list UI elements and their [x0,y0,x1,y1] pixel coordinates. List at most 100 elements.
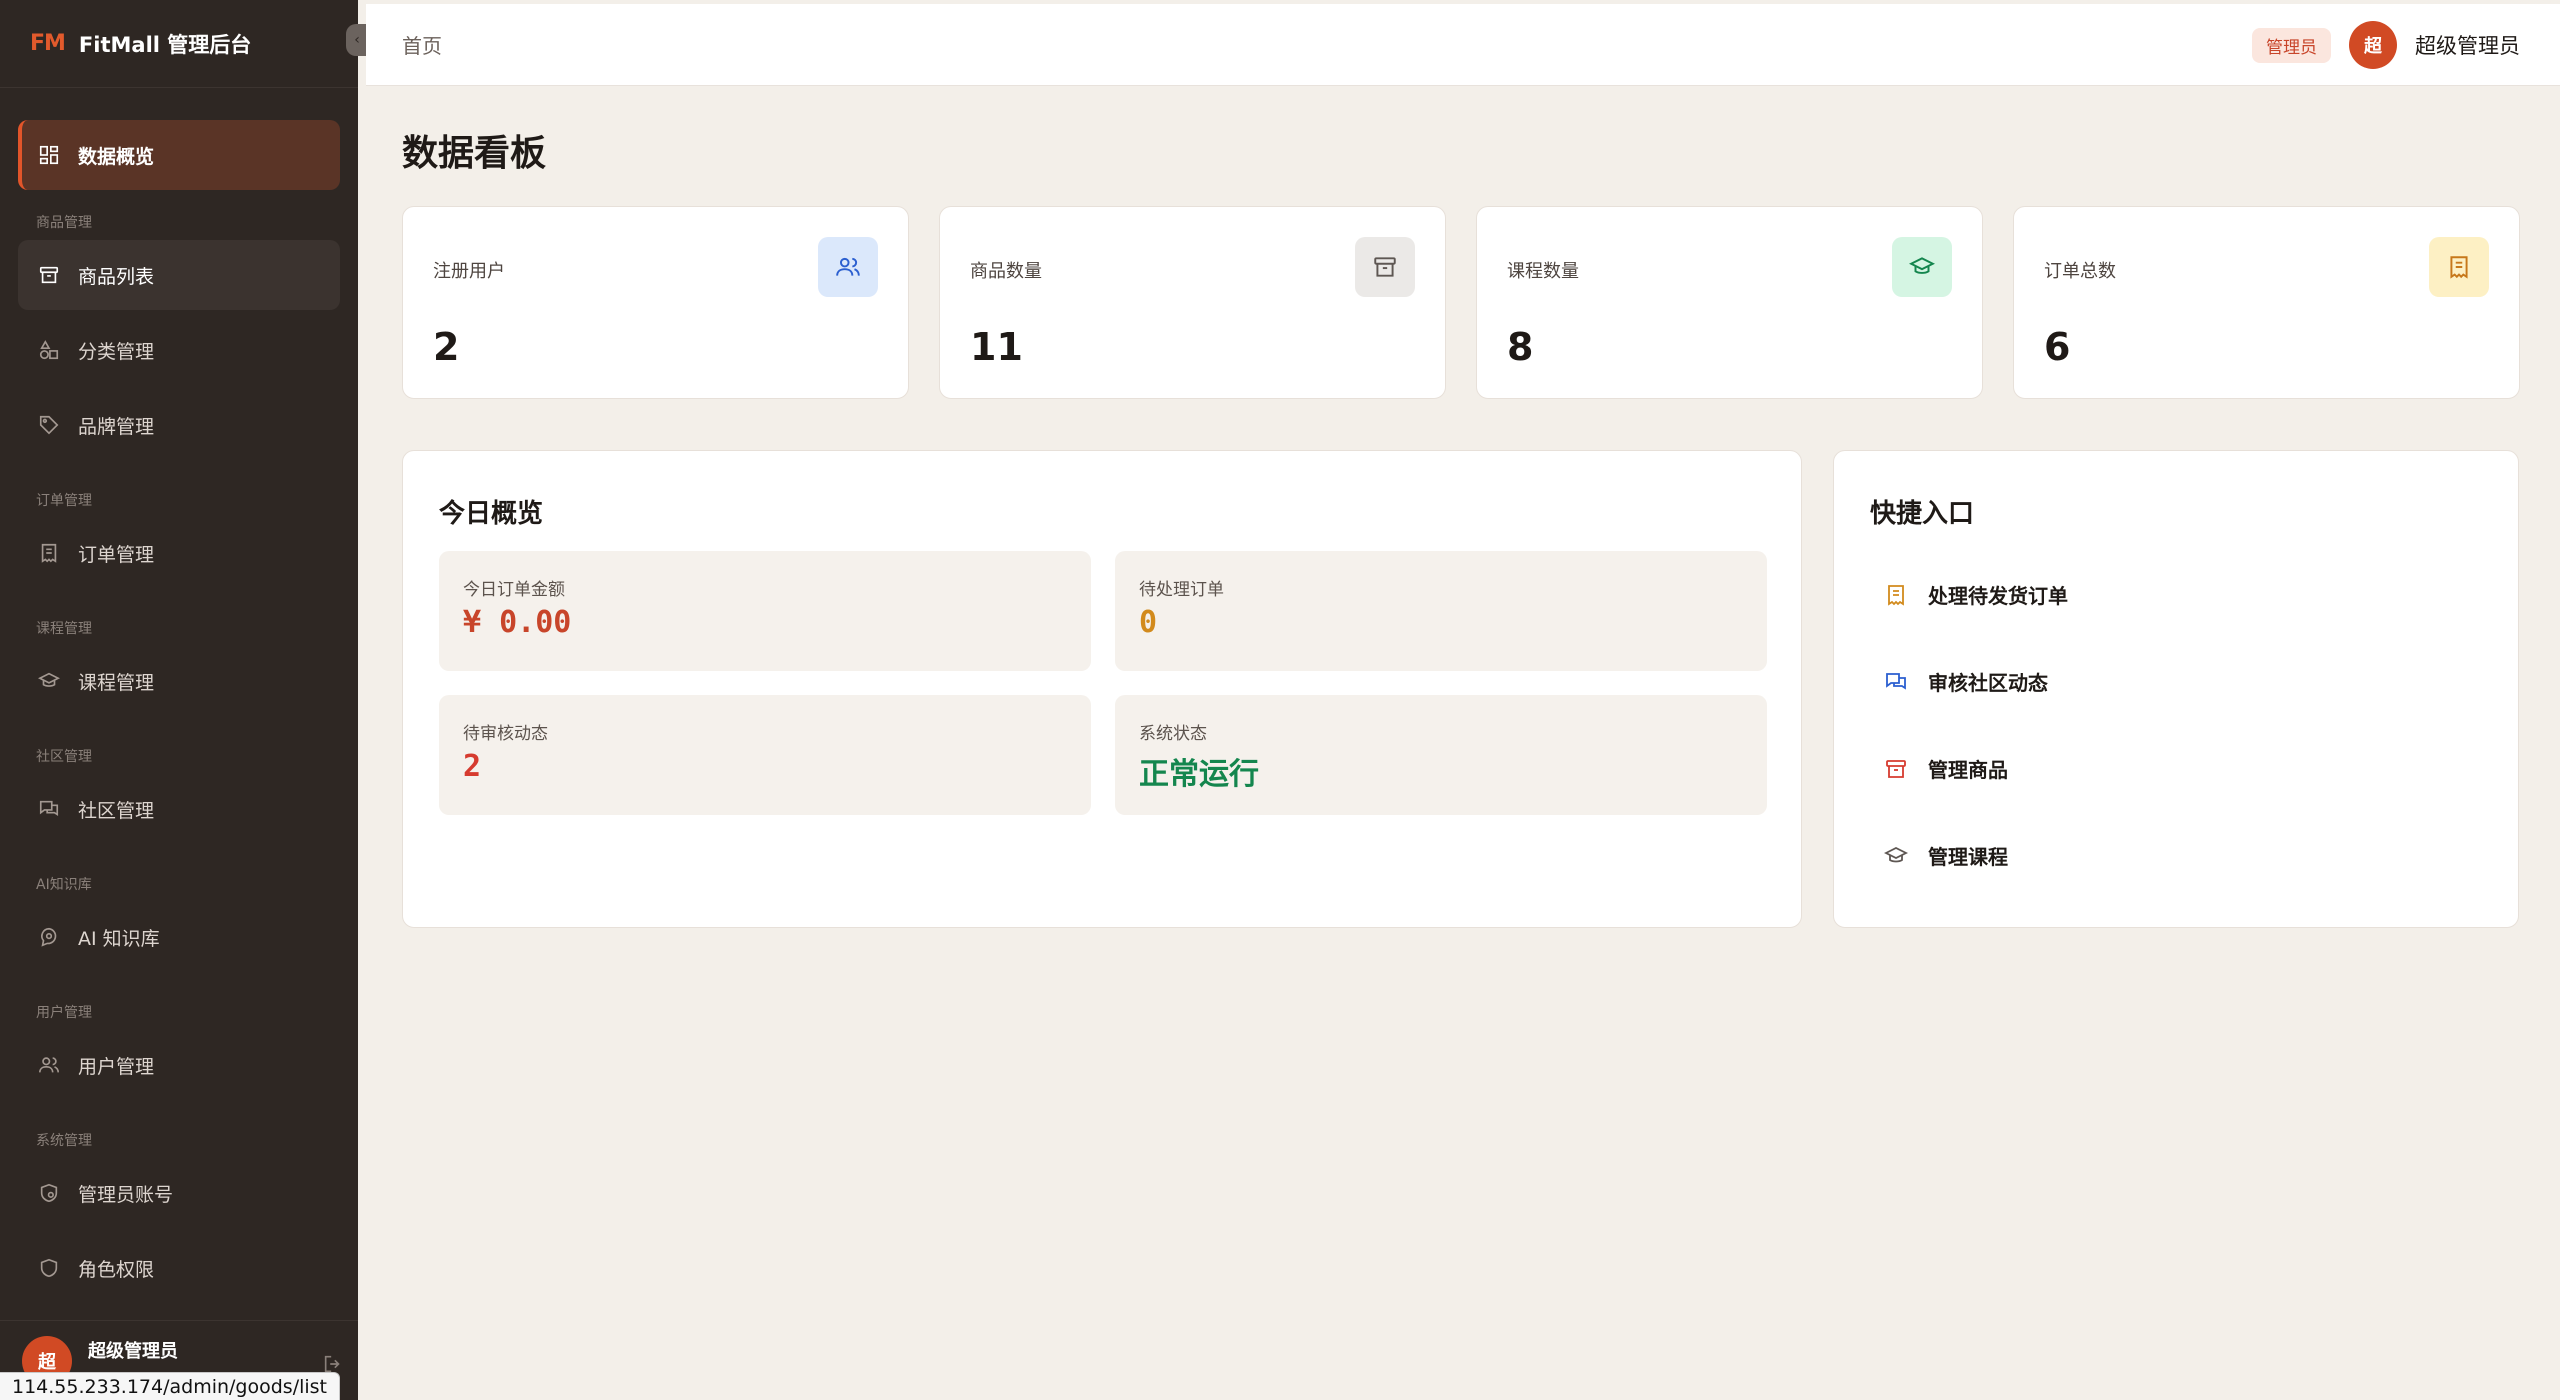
main-content: 数据看板 注册用户 2 商品数量 11 课程数量 8 订单总数 6 今日概览 今… [366,88,2560,1400]
stat-value: 8 [1507,325,1534,369]
chevron-left-icon: ‹ [354,32,360,48]
today-value: 2 [463,749,482,784]
stat-value: 2 [433,325,460,369]
today-value: 正常运行 [1139,757,1259,792]
nav-group-system: 系统管理 [36,1133,92,1149]
graduation-cap-icon [1892,237,1952,297]
today-label: 系统状态 [1139,724,1207,744]
sidebar-item-courses[interactable]: 课程管理 [18,646,340,716]
header-user-area: 管理员 超 超级管理员 [2252,4,2520,86]
avatar[interactable]: 超 [2349,21,2397,69]
breadcrumb[interactable]: 首页 [402,30,442,59]
sidebar-item-overview[interactable]: 数据概览 [18,120,340,190]
sidebar-item-community[interactable]: 社区管理 [18,774,340,844]
quick-item-ship-orders[interactable]: 处理待发货订单 [1870,551,2068,638]
brand-logo: FM [30,31,66,56]
today-system-status: 系统状态 正常运行 [1115,695,1767,815]
archive-icon [1886,759,1906,778]
top-header: 首页 管理员 超 超级管理员 [366,4,2560,86]
stat-label: 商品数量 [970,261,1042,282]
tag-icon [39,415,59,435]
stat-label: 课程数量 [1507,261,1579,282]
role-badge: 管理员 [2252,27,2331,63]
nav-group-community: 社区管理 [36,749,92,765]
brand[interactable]: FM FitMall 管理后台 [0,0,358,88]
stat-label: 注册用户 [433,261,505,282]
sidebar-item-label: 商品列表 [78,265,155,288]
quick-entry-panel: 快捷入口 处理待发货订单 审核社区动态 管理商品 管理课程 [1833,450,2519,928]
sidebar-item-label: 品牌管理 [78,415,155,438]
users-icon [818,237,878,297]
sidebar-item-label: 课程管理 [78,671,155,694]
sidebar-nav: 数据概览 商品管理 商品列表 分类管理 品牌管理 订单管理 订单管理 课程管理 … [0,88,358,1303]
panel-title: 快捷入口 [1870,499,1975,529]
today-grid: 今日订单金额 ¥ 0.00 待处理订单 0 待审核动态 2 系统状态 正常运行 [439,551,1767,815]
quick-list: 处理待发货订单 审核社区动态 管理商品 管理课程 [1870,551,2068,899]
dashboard-icon [39,145,59,165]
graduation-cap-icon [1884,846,1908,862]
quick-item-manage-goods[interactable]: 管理商品 [1870,725,2068,812]
sidebar-item-label: 分类管理 [78,340,155,363]
nav-group-orders: 订单管理 [36,493,92,509]
today-pending-posts: 待审核动态 2 [439,695,1091,815]
sidebar-item-roles[interactable]: 角色权限 [18,1233,340,1303]
archive-icon [1355,237,1415,297]
header-user-name[interactable]: 超级管理员 [2415,30,2520,60]
sidebar-item-label: 管理员账号 [78,1183,174,1206]
sidebar-item-label: 用户管理 [78,1055,155,1078]
shield-gear-icon [40,1183,58,1203]
today-label: 待处理订单 [1139,580,1224,600]
stat-card-courses: 课程数量 8 [1476,206,1983,399]
footer-user-name: 超级管理员 [88,1340,178,1362]
chat-icon [39,800,59,817]
quick-item-label: 处理待发货订单 [1928,584,2068,608]
quick-item-manage-courses[interactable]: 管理课程 [1870,812,2068,899]
receipt-icon [1888,584,1904,606]
graduation-cap-icon [38,672,60,687]
page-title: 数据看板 [402,133,547,174]
quick-item-label: 审核社区动态 [1928,671,2048,695]
collapse-sidebar-button[interactable]: ‹ [346,24,368,56]
sidebar-item-brand[interactable]: 品牌管理 [18,390,340,460]
today-value: ¥ 0.00 [463,605,572,640]
sidebar-item-users[interactable]: 用户管理 [18,1030,340,1100]
sidebar-item-goods-list[interactable]: 商品列表 [18,240,340,310]
sidebar-item-label: 订单管理 [78,543,155,566]
nav-group-ai: AI知识库 [36,877,92,893]
stat-cards: 注册用户 2 商品数量 11 课程数量 8 订单总数 6 [402,206,2520,399]
receipt-icon [41,543,57,563]
stat-card-users: 注册用户 2 [402,206,909,399]
today-overview-panel: 今日概览 今日订单金额 ¥ 0.00 待处理订单 0 待审核动态 2 系统状态 … [402,450,1802,928]
shapes-icon [39,340,59,360]
sidebar: FM FitMall 管理后台 ‹ 数据概览 商品管理 商品列表 分类管理 品牌… [0,0,368,1400]
panel-title: 今日概览 [439,499,544,529]
sidebar-item-label: 数据概览 [78,145,155,168]
users-icon [39,1057,59,1073]
brand-title: FitMall 管理后台 [78,32,252,57]
shield-icon [40,1258,58,1278]
sidebar-item-label: 角色权限 [78,1258,155,1281]
sidebar-item-admins[interactable]: 管理员账号 [18,1158,340,1228]
today-pending-orders: 待处理订单 0 [1115,551,1767,671]
brain-icon [41,927,57,947]
stat-card-goods: 商品数量 11 [939,206,1446,399]
stat-value: 11 [970,325,1023,369]
sidebar-item-label: AI 知识库 [78,927,160,950]
sidebar-item-label: 社区管理 [78,799,155,822]
sidebar-item-orders[interactable]: 订单管理 [18,518,340,588]
today-label: 今日订单金额 [463,580,565,600]
quick-item-review-community[interactable]: 审核社区动态 [1870,638,2068,725]
today-order-amount: 今日订单金额 ¥ 0.00 [439,551,1091,671]
receipt-icon [2429,237,2489,297]
nav-group-courses: 课程管理 [36,621,92,637]
browser-status-url: 114.55.233.174/admin/goods/list [0,1372,341,1400]
quick-item-label: 管理商品 [1928,758,2008,782]
archive-icon [39,266,59,284]
nav-group-goods: 商品管理 [36,215,92,231]
sidebar-item-category[interactable]: 分类管理 [18,315,340,385]
sidebar-item-ai-kb[interactable]: AI 知识库 [18,902,340,972]
today-value: 0 [1139,605,1158,640]
today-label: 待审核动态 [463,724,548,744]
stat-value: 6 [2044,325,2071,369]
stat-card-orders: 订单总数 6 [2013,206,2520,399]
